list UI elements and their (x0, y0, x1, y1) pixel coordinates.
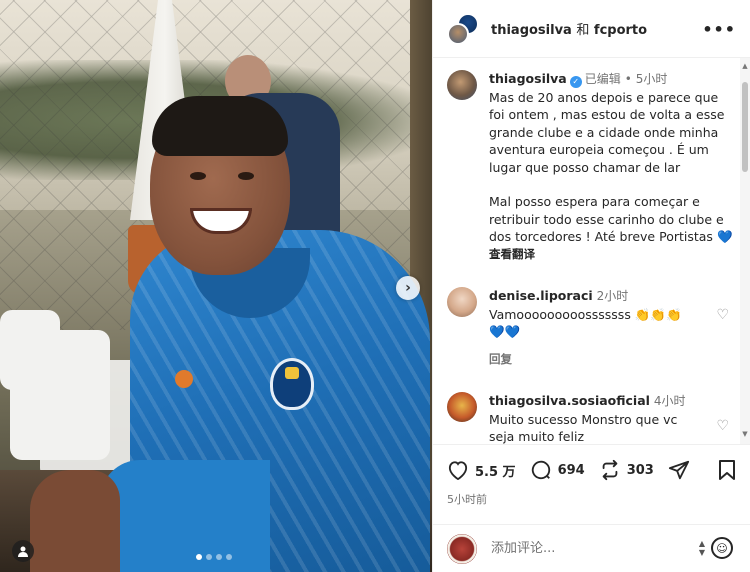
like-count[interactable]: 5.5 万 (475, 461, 516, 480)
see-translation-link[interactable]: 查看翻译 (489, 246, 735, 264)
caption-username[interactable]: thiagosilva (489, 71, 567, 86)
comment-like-heart-icon[interactable]: ♡ (716, 418, 729, 434)
blue-heart-emoji: 💙 (716, 229, 733, 244)
like-button[interactable]: 5.5 万 (447, 460, 516, 480)
author-link[interactable]: thiagosilva (491, 23, 572, 38)
more-options-button[interactable]: ••• (702, 20, 736, 39)
comment-time[interactable]: 2小时 (597, 289, 629, 303)
comment-like-heart-icon[interactable]: ♡ (716, 307, 729, 323)
caption-paragraph: Mal posso espera para começar e retribui… (489, 194, 733, 244)
blue-heart-emojis: 💙💙 (489, 324, 521, 339)
avatar (447, 533, 477, 564)
author-link[interactable]: fcporto (594, 23, 647, 38)
comment-body: denise.liporaci 2小时 Vamooooooooosssssss … (489, 287, 703, 368)
post-caption: thiagosilva ✓ 已编辑 • 5小时 Mas de 20 anos dep… (433, 58, 750, 263)
post-authors: thiagosilva 和 fcporto (491, 19, 647, 38)
post-timestamp[interactable]: 5小时前 (433, 481, 750, 507)
bookmark-icon (719, 460, 735, 480)
collab-avatars[interactable] (447, 12, 479, 45)
comment-username[interactable]: denise.liporaci (489, 288, 593, 303)
share-button[interactable] (668, 459, 696, 481)
tagged-users-button[interactable] (12, 540, 34, 562)
caption-paragraph: Mas de 20 anos depois e parece que foi o… (489, 89, 725, 175)
caption-body: thiagosilva ✓ 已编辑 • 5小时 Mas de 20 anos dep… (489, 70, 735, 263)
post-photo[interactable]: › (0, 0, 432, 572)
comments-list[interactable]: thiagosilva ✓ 已编辑 • 5小时 Mas de 20 anos dep… (433, 58, 750, 444)
person-icon (18, 546, 28, 557)
comment-username[interactable]: thiagosilva.sosiaoficial (489, 393, 650, 408)
carousel-dot (216, 554, 222, 560)
avatar[interactable] (447, 287, 477, 317)
carousel-dot (196, 554, 202, 560)
scrollbar-thumb[interactable] (742, 82, 748, 172)
reply-button[interactable]: 回复 (489, 351, 703, 369)
club-crest (270, 358, 314, 410)
chevron-right-icon: › (405, 280, 411, 296)
scroll-down-arrow-icon[interactable]: ▼ (741, 430, 749, 438)
verified-badge-icon: ✓ (569, 76, 582, 88)
save-button[interactable] (717, 459, 737, 485)
caption-time[interactable]: 5小时 (636, 72, 668, 86)
repost-icon (602, 459, 618, 481)
speech-bubble-icon (531, 460, 550, 480)
repost-button[interactable]: 303 (599, 459, 654, 481)
comment-text: Vamooooooooosssssss 👏👏👏 (489, 306, 682, 322)
separator: • (624, 72, 632, 86)
post-side-panel: thiagosilva 和 fcporto ••• thiagosilva ✓ 已编… (432, 0, 750, 572)
scroll-up-arrow-icon[interactable]: ▲ (741, 62, 749, 70)
author-conjunction: 和 (576, 23, 590, 38)
post-header: thiagosilva 和 fcporto ••• (433, 0, 750, 58)
carousel-dot (206, 554, 212, 560)
photo-player (30, 96, 432, 572)
clap-emojis: 👏👏👏 (634, 306, 682, 322)
comment-time[interactable]: 4小时 (654, 394, 686, 408)
avatar (447, 22, 469, 45)
smiley-icon: ☺ (716, 541, 728, 555)
heart-outline-icon (448, 461, 468, 480)
edited-label: 已编辑 (584, 72, 621, 86)
add-comment-bar: ▲▼ ☺ (433, 524, 750, 572)
avatar[interactable] (447, 392, 477, 422)
carousel-dot (226, 554, 232, 560)
repost-count: 303 (626, 462, 654, 478)
input-resize-stepper[interactable]: ▲ ▼ (699, 539, 705, 557)
comment-count: 694 (557, 462, 585, 478)
emoji-picker-button[interactable]: ☺ (711, 537, 733, 559)
comment-item: thiagosilva.sosiaoficial 4小时 Muito suces… (433, 392, 750, 444)
paper-plane-icon (668, 460, 689, 480)
comment-text: Muito sucesso Monstro que vc seja muito … (489, 411, 678, 445)
avatar[interactable] (447, 70, 477, 100)
next-image-button[interactable]: › (396, 276, 420, 300)
comment-button[interactable]: 694 (530, 459, 585, 481)
comment-input[interactable] (491, 541, 691, 556)
comment-item: denise.liporaci 2小时 Vamooooooooosssssss … (433, 287, 750, 368)
carousel-dots (196, 554, 232, 560)
comment-body: thiagosilva.sosiaoficial 4小时 Muito suces… (489, 392, 703, 444)
